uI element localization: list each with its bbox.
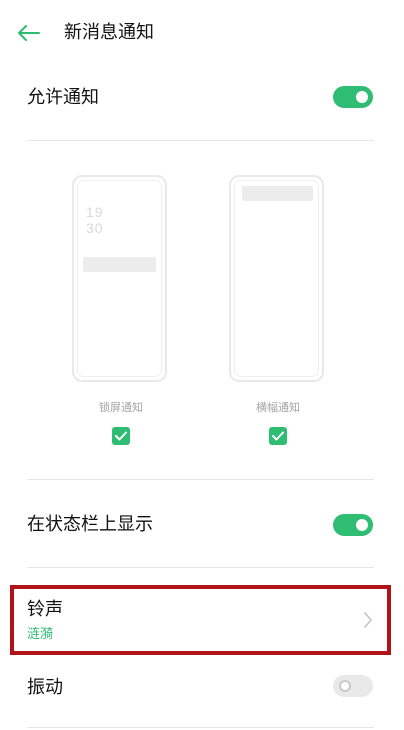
divider	[27, 140, 374, 141]
check-icon	[272, 431, 284, 441]
lockscreen-preview: 19 30	[72, 175, 167, 382]
vibration-label: 振动	[27, 677, 63, 698]
divider	[27, 567, 374, 568]
clock-hour: 19	[86, 204, 104, 220]
page-title: 新消息通知	[64, 22, 154, 43]
toggle-knob	[356, 91, 368, 103]
ringtone-value: 涟漪	[27, 627, 54, 642]
notification-placeholder	[83, 257, 156, 272]
check-icon	[115, 431, 127, 441]
status-bar-toggle[interactable]	[333, 514, 373, 536]
divider	[27, 479, 374, 480]
divider	[27, 727, 374, 728]
toggle-knob	[356, 519, 368, 531]
back-button[interactable]	[18, 18, 52, 48]
banner-placeholder	[242, 186, 313, 201]
banner-notification-checkbox[interactable]	[269, 427, 287, 445]
lockscreen-notification-label: 锁屏通知	[99, 401, 143, 414]
banner-preview	[229, 175, 324, 382]
allow-notifications-label: 允许通知	[27, 87, 99, 108]
allow-notifications-toggle[interactable]	[333, 86, 373, 108]
lockscreen-notification-checkbox[interactable]	[112, 427, 130, 445]
arrow-left-icon	[18, 25, 40, 41]
vibration-toggle[interactable]	[333, 675, 373, 697]
status-bar-label: 在状态栏上显示	[27, 514, 153, 535]
ringtone-label: 铃声	[27, 599, 63, 620]
toggle-knob	[339, 680, 351, 692]
banner-notification-label: 横幅通知	[256, 401, 300, 414]
ringtone-row[interactable]	[10, 585, 391, 655]
chevron-right-icon[interactable]	[363, 612, 373, 632]
clock-minute: 30	[86, 220, 104, 236]
